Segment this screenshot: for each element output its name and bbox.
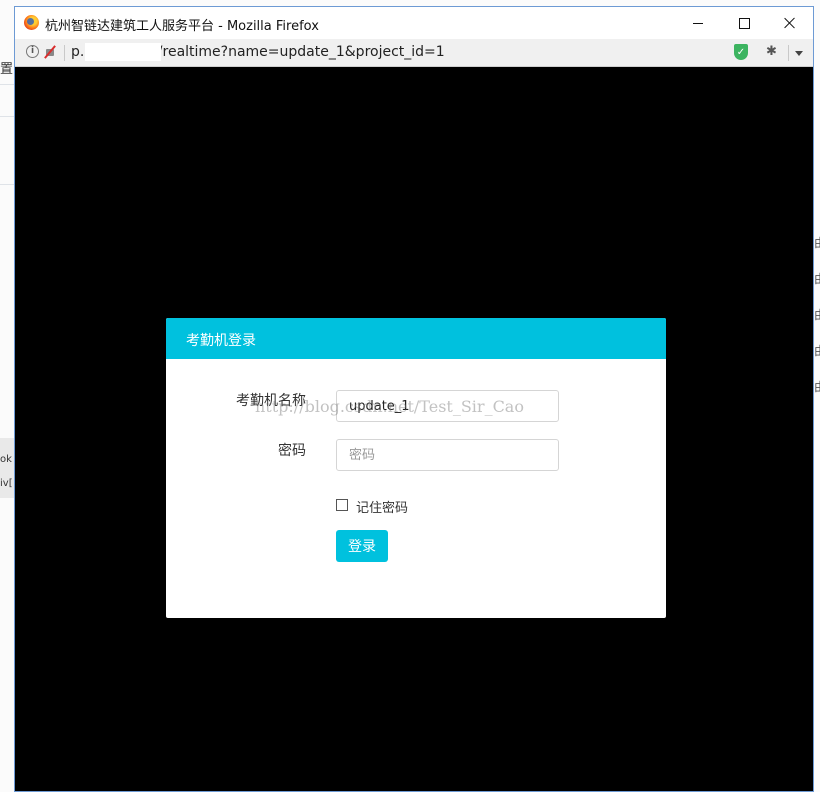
close-button[interactable] [767, 7, 813, 39]
background-text-fragment: 由 [814, 270, 820, 286]
machine-name-label: 考勤机名称 [236, 393, 306, 409]
url-divider [64, 45, 65, 61]
login-modal: 考勤机登录 考勤机名称 密码 记住密码 登录 [166, 318, 666, 618]
firefox-logo-icon [24, 15, 39, 30]
background-tab-fragment: 置 [0, 62, 14, 77]
background-text-fragment: 由 [814, 342, 820, 358]
login-button[interactable]: 登录 [336, 530, 388, 562]
password-label: 密码 [278, 443, 306, 459]
minimize-button[interactable] [675, 7, 721, 39]
machine-name-input[interactable] [336, 390, 559, 422]
background-text-fragment: 由 [814, 306, 820, 322]
background-text-fragment: ok [0, 454, 12, 465]
toolbar-separator [788, 45, 789, 61]
remember-password-label[interactable]: 记住密码 [356, 497, 408, 516]
info-icon[interactable]: i [26, 45, 39, 58]
close-icon [784, 17, 796, 29]
remember-password-checkbox[interactable] [336, 499, 348, 511]
mixed-content-icon[interactable] [44, 45, 56, 59]
password-input[interactable] [336, 439, 559, 471]
background-text-fragment: 由 [814, 234, 820, 250]
minimize-icon [693, 22, 703, 24]
window-titlebar[interactable]: 杭州智链达建筑工人服务平台 - Mozilla Firefox [15, 7, 813, 39]
chevron-down-icon[interactable] [795, 51, 803, 56]
page-content-backdrop: 考勤机登录 考勤机名称 密码 记住密码 登录 [15, 67, 813, 791]
modal-title: 考勤机登录 [186, 333, 256, 349]
tracking-protection-shield-icon[interactable]: ✓ [734, 44, 748, 60]
modal-header: 考勤机登录 [166, 318, 666, 359]
extension-icon[interactable]: ✱ [766, 45, 782, 59]
maximize-button[interactable] [721, 7, 767, 39]
background-divider [0, 184, 14, 185]
window-title: 杭州智链达建筑工人服务平台 - Mozilla Firefox [45, 19, 319, 34]
background-divider [0, 84, 14, 85]
maximize-icon [738, 17, 750, 29]
firefox-popup-window: 杭州智链达建筑工人服务平台 - Mozilla Firefox i p. dat… [14, 6, 814, 792]
url-redaction [85, 43, 161, 61]
background-text-fragment: iv[ [0, 478, 13, 489]
background-divider [0, 116, 14, 117]
background-text-fragment: 由 [814, 378, 820, 394]
